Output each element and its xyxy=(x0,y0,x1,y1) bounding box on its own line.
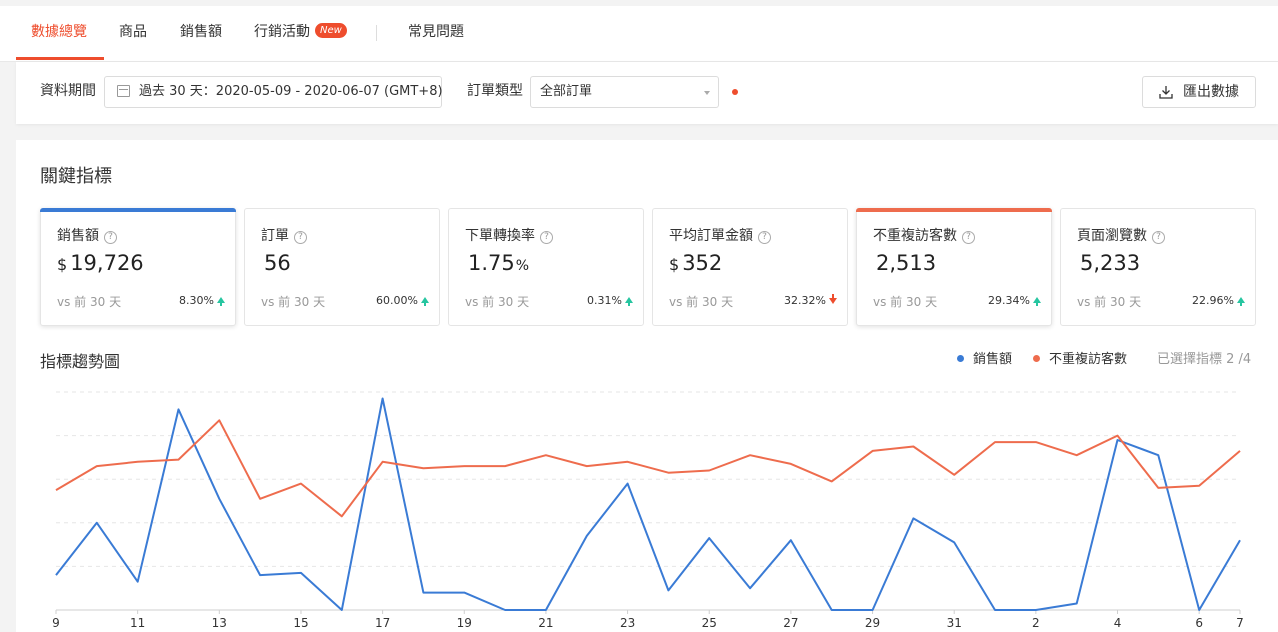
tab-overview[interactable]: 數據總覽 xyxy=(31,6,87,61)
order-type-label: 訂單類型 xyxy=(467,83,523,99)
chevron-down-icon xyxy=(704,91,710,95)
period-label: 資料期間 xyxy=(40,83,96,99)
x-tick-label: 6 xyxy=(1195,616,1203,630)
export-data-label: 匯出數據 xyxy=(1183,84,1239,100)
series-line-sales xyxy=(55,397,1241,611)
new-badge: New xyxy=(315,23,347,38)
trend-line-chart: 9 11 13 15 17 19 21 23 25 27 29 31 2 4 6 7 xyxy=(52,391,1244,630)
tab-faq[interactable]: 常見問題 xyxy=(408,6,464,61)
date-range-picker[interactable]: 過去 30 天：2020-05-09 - 2020-06-07 (GMT+8) xyxy=(104,76,443,108)
tab-marketing[interactable]: 行銷活動 xyxy=(254,6,310,61)
x-tick-label: 13 xyxy=(212,616,227,630)
export-data-button[interactable]: 匯出數據 xyxy=(1142,76,1256,108)
date-range-value: 過去 30 天：2020-05-09 - 2020-06-07 (GMT+8) xyxy=(139,84,443,99)
x-tick-label: 9 xyxy=(52,616,60,630)
calendar-icon xyxy=(117,85,130,97)
order-type-value: 全部訂單 xyxy=(540,84,593,99)
x-tick-label: 11 xyxy=(130,616,145,630)
x-tick-label: 17 xyxy=(375,616,390,630)
x-tick-label: 4 xyxy=(1114,616,1122,630)
x-tick-label: 21 xyxy=(538,616,553,630)
tab-divider xyxy=(376,25,377,41)
x-tick-label: 23 xyxy=(620,616,635,630)
tab-products[interactable]: 商品 xyxy=(119,6,147,61)
tab-sales[interactable]: 銷售額 xyxy=(180,6,222,61)
x-tick-label: 31 xyxy=(947,616,962,630)
x-tick-label: 15 xyxy=(293,616,308,630)
x-tick-label: 25 xyxy=(702,616,717,630)
x-tick-label: 2 xyxy=(1032,616,1040,630)
series-line-visitors xyxy=(55,419,1241,518)
order-type-select[interactable]: 全部訂單 xyxy=(530,76,719,108)
dashboard-panel: 關鍵指標 銷售額? $19,726 vs 前 30 天 8.30% 訂單? 56 vs 前 … xyxy=(16,140,1278,632)
x-tick-label: 27 xyxy=(783,616,798,630)
filter-bar: 資料期間 過去 30 天：2020-05-09 - 2020-06-07 (GM… xyxy=(16,62,1278,124)
x-tick-label: 19 xyxy=(457,616,472,630)
active-tab-indicator xyxy=(16,57,104,60)
indicator-dot xyxy=(732,89,738,95)
x-tick-label: 7 xyxy=(1236,616,1244,630)
download-icon xyxy=(1159,86,1173,99)
tab-bar: 數據總覽 商品 銷售額 行銷活動 New 常見問題 xyxy=(0,6,1278,62)
x-tick-label: 29 xyxy=(865,616,880,630)
